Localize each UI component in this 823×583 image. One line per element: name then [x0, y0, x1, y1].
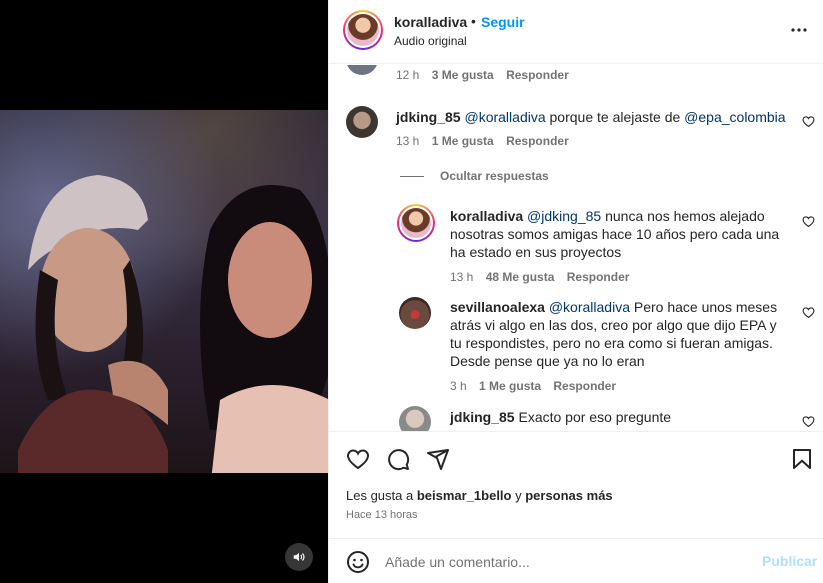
reply-like-heart-icon[interactable] [802, 415, 815, 428]
reply-meta: 3 h 1 Me gusta Responder [450, 379, 625, 393]
reply-username[interactable]: jdking_85 [450, 409, 515, 425]
comment-like-heart-icon[interactable] [802, 115, 815, 128]
author-avatar[interactable] [343, 10, 383, 50]
comment-mention[interactable]: @koralladiva [464, 109, 545, 125]
reply-username[interactable]: koralladiva [450, 208, 523, 224]
likes-prefix: Les gusta a [346, 488, 417, 503]
reply-button[interactable]: Responder [553, 379, 616, 393]
reply-avatar[interactable] [399, 297, 431, 329]
bookmark-icon[interactable] [790, 447, 814, 471]
reply-likes[interactable]: 48 Me gusta [486, 270, 555, 284]
reply-item: koralladiva @jdking_85 nunca nos hemos a… [450, 207, 785, 261]
author-username[interactable]: koralladiva [394, 14, 467, 30]
comment-username[interactable]: jdking_85 [396, 109, 461, 125]
share-icon[interactable] [426, 447, 450, 471]
reply-mention[interactable]: @koralladiva [549, 299, 630, 315]
reply-username[interactable]: sevillanoalexa [450, 299, 545, 315]
media-pane [0, 0, 328, 583]
likes-middle: y [511, 488, 526, 503]
volume-icon [293, 552, 305, 562]
reply-time: 3 h [450, 379, 467, 393]
comment-avatar[interactable] [346, 65, 378, 75]
reply-item: jdking_85 Exacto por eso pregunte [450, 408, 785, 426]
reply-like-heart-icon[interactable] [802, 306, 815, 319]
post-panel: koralladiva • Seguir Audio original 12 h… [328, 0, 823, 583]
emoji-icon[interactable] [346, 550, 370, 574]
video-person-left [18, 175, 168, 473]
post-header: koralladiva • Seguir Audio original [329, 0, 823, 64]
comment-likes[interactable]: 3 Me gusta [432, 68, 494, 82]
comment-time: 13 h [396, 134, 420, 148]
replies-divider [400, 176, 424, 177]
reply-item: sevillanoalexa @koralladiva Pero hace un… [450, 298, 785, 370]
comment-meta: 13 h 1 Me gusta Responder [396, 134, 578, 148]
comment-icon[interactable] [386, 447, 410, 471]
reply-avatar[interactable] [399, 406, 431, 431]
reply-text: Exacto por eso pregunte [514, 409, 672, 425]
reply-avatar[interactable] [397, 204, 435, 242]
comment-text: porque te alejaste de [545, 109, 685, 125]
comment-item: jdking_85 @koralladiva porque te alejast… [396, 108, 796, 126]
reply-button[interactable]: Responder [506, 68, 569, 82]
comment-avatar[interactable] [346, 106, 378, 138]
hide-replies-button[interactable]: Ocultar respuestas [440, 169, 549, 183]
audio-label[interactable]: Audio original [394, 34, 467, 48]
reel-video[interactable] [0, 110, 328, 473]
comment-mention[interactable]: @epa_colombia [684, 109, 785, 125]
follow-button[interactable]: Seguir [481, 14, 525, 30]
header-separator: • [471, 13, 476, 29]
comment-meta: 12 h 3 Me gusta Responder [396, 68, 578, 82]
add-comment-bar: Publicar [329, 538, 823, 583]
reply-button[interactable]: Responder [506, 134, 569, 148]
reply-likes[interactable]: 1 Me gusta [479, 379, 541, 393]
more-icon[interactable] [787, 22, 811, 38]
video-person-right [200, 185, 328, 473]
comments-list[interactable]: 12 h 3 Me gusta Responder jdking_85 @kor… [329, 65, 823, 431]
reply-time: 13 h [450, 270, 474, 284]
reply-button[interactable]: Responder [567, 270, 630, 284]
reply-like-heart-icon[interactable] [802, 215, 815, 228]
likes-more-link[interactable]: personas más [525, 488, 612, 503]
likes-summary: Les gusta a beismar_1bello y personas má… [346, 488, 613, 503]
reply-meta: 13 h 48 Me gusta Responder [450, 270, 638, 284]
comment-time: 12 h [396, 68, 420, 82]
volume-button[interactable] [285, 543, 313, 571]
post-time[interactable]: Hace 13 horas [346, 509, 418, 521]
heart-icon[interactable] [346, 447, 370, 471]
post-actions: Les gusta a beismar_1bello y personas má… [329, 431, 823, 583]
comment-likes[interactable]: 1 Me gusta [432, 134, 494, 148]
liker-username[interactable]: beismar_1bello [417, 488, 512, 503]
reply-mention[interactable]: @jdking_85 [527, 208, 601, 224]
comment-input[interactable] [385, 550, 745, 574]
publish-button[interactable]: Publicar [762, 553, 817, 569]
